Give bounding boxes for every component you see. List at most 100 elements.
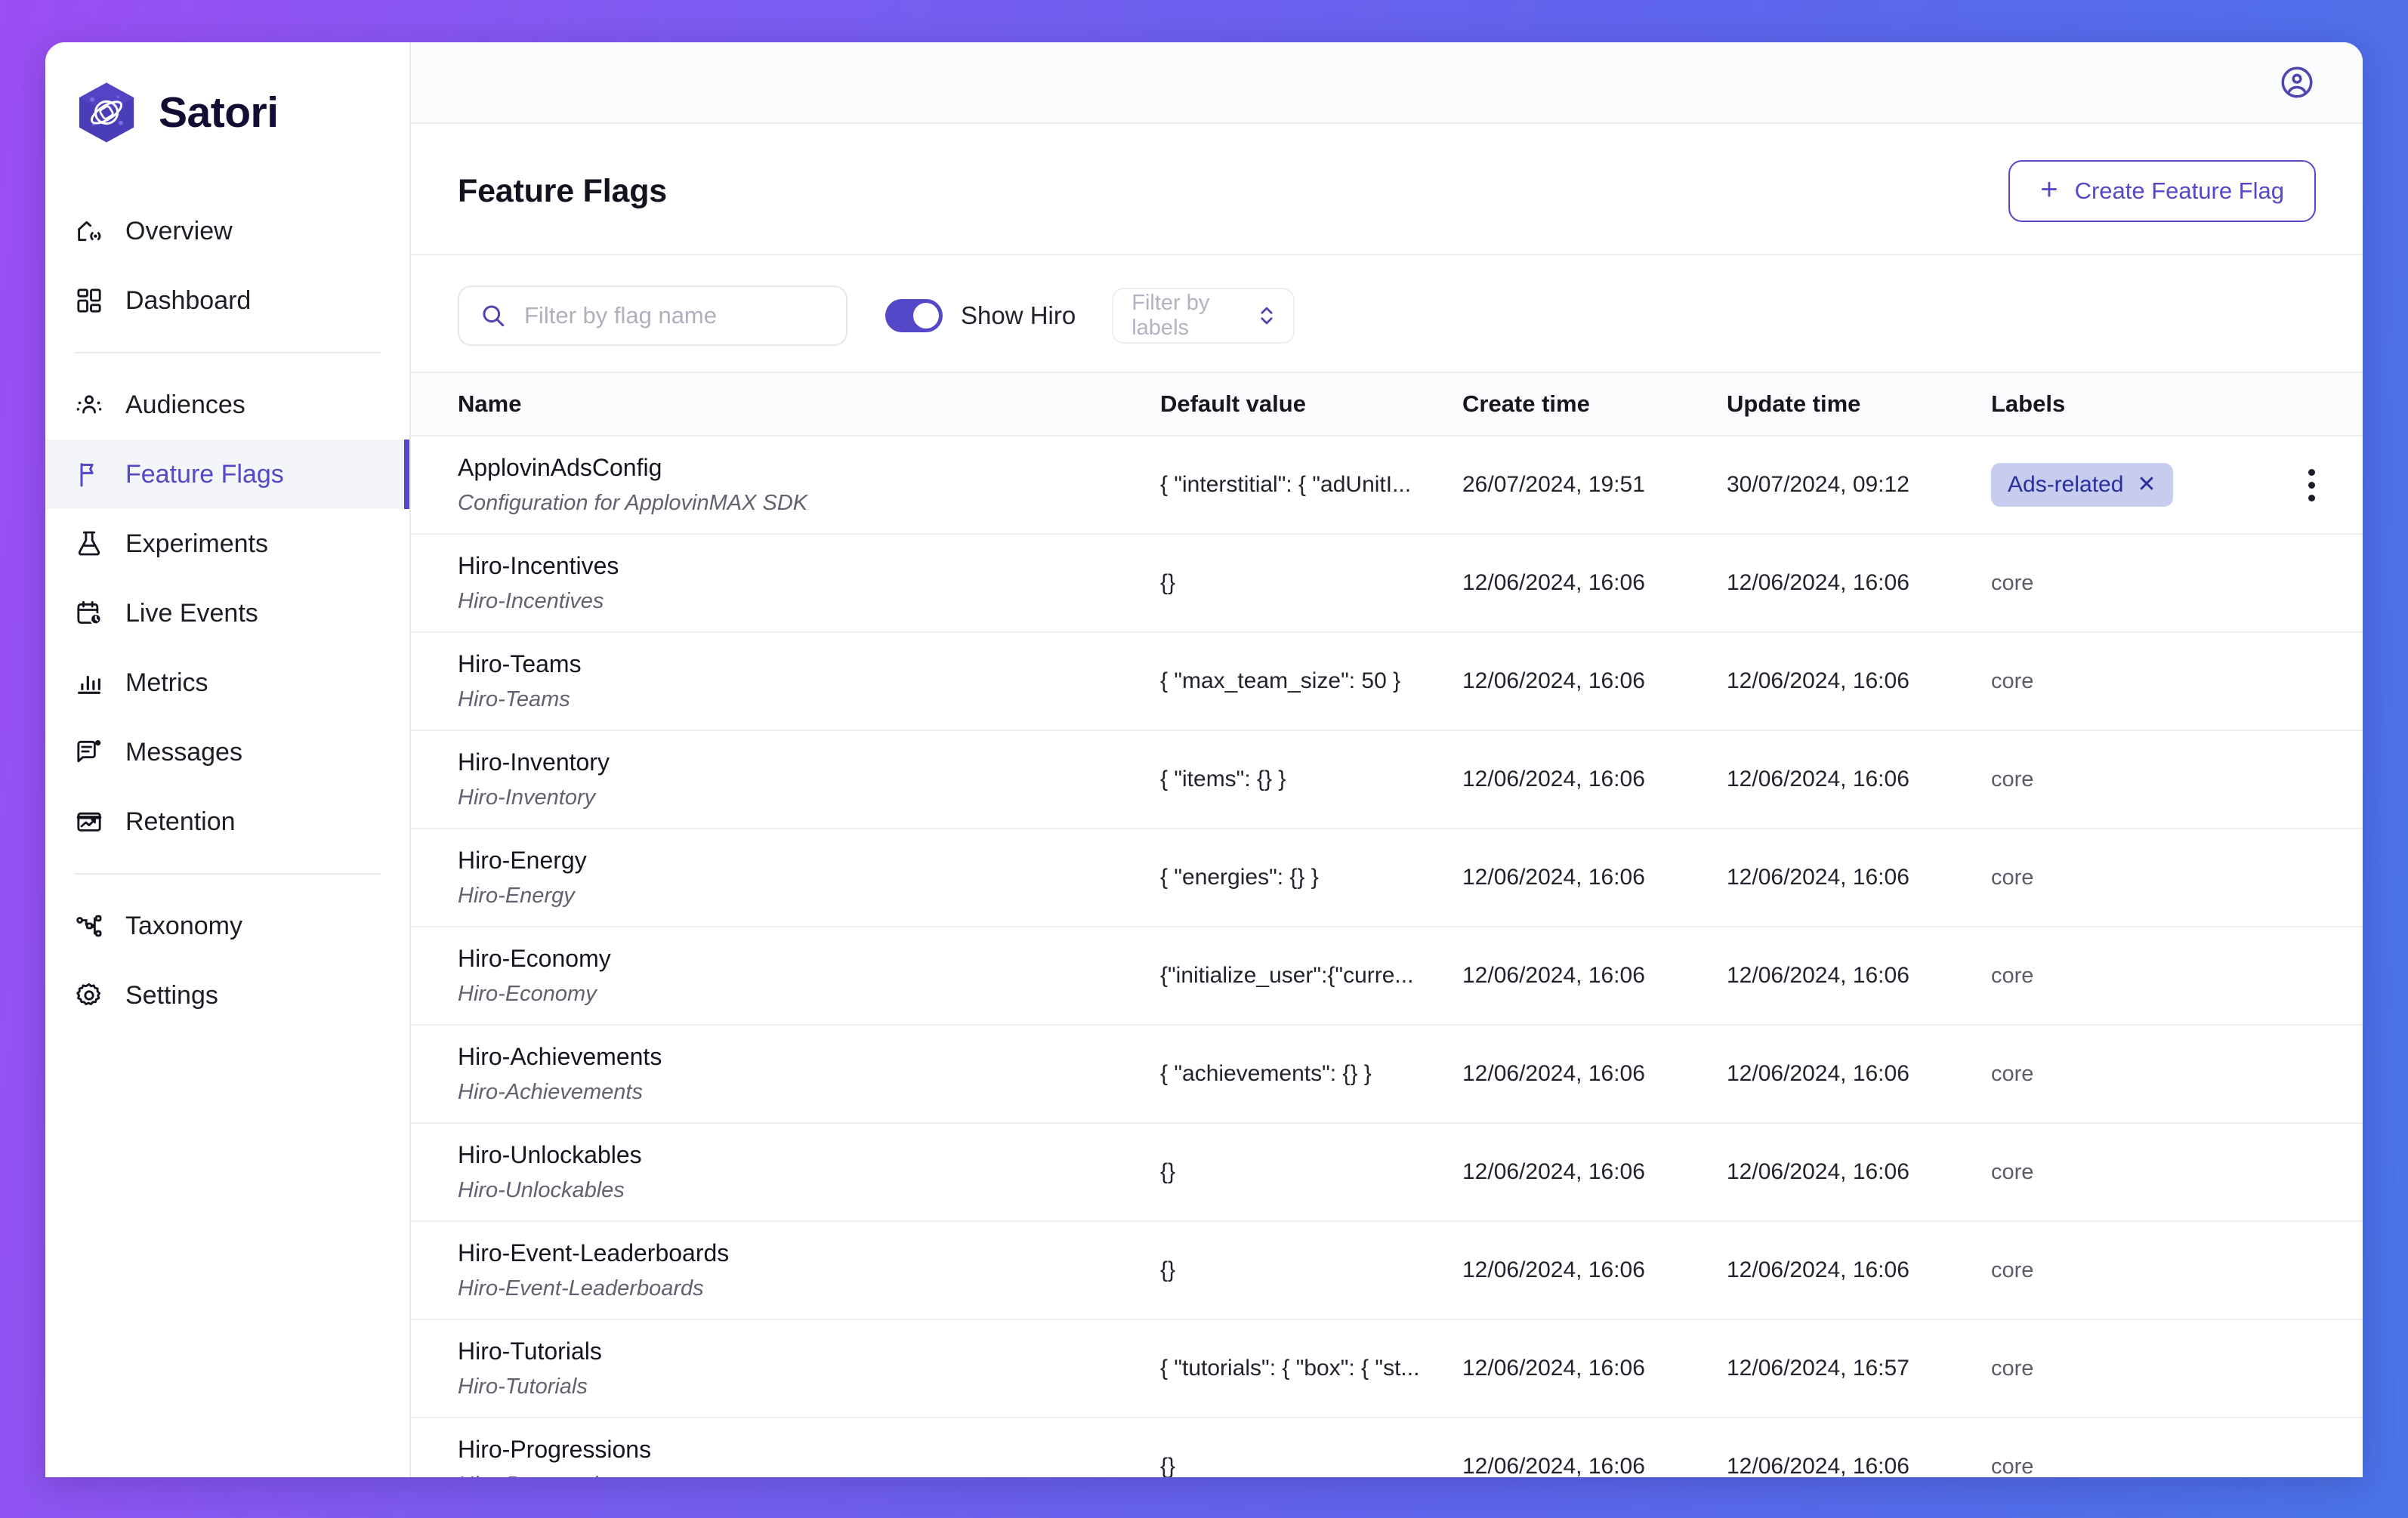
cell-update-time: 12/06/2024, 16:06 — [1727, 963, 1909, 988]
label-text: core — [1991, 865, 2034, 890]
cell-default-value: { "max_team_size": 50 } — [1160, 668, 1401, 693]
cell-create-time: 12/06/2024, 16:06 — [1462, 1159, 1645, 1184]
sidebar-item-label: Taxonomy — [125, 911, 242, 940]
home-signal-icon — [74, 216, 104, 246]
label-text: core — [1991, 668, 2034, 693]
sidebar-item-settings[interactable]: Settings — [45, 961, 409, 1030]
label-text: core — [1991, 1257, 2034, 1282]
cell-name: Hiro-Inventory Hiro-Inventory — [458, 747, 1160, 813]
column-header-create-time: Create time — [1462, 390, 1590, 417]
cell-update-time: 12/06/2024, 16:06 — [1727, 1159, 1909, 1184]
table-row[interactable]: Hiro-Incentives Hiro-Incentives {} 12/06/20… — [411, 535, 2363, 633]
table-body: ApplovinAdsConfig Configuration for Applo… — [411, 437, 2363, 1477]
cell-labels: core — [1991, 767, 2248, 792]
flag-name: Hiro-Achievements — [458, 1042, 662, 1070]
satori-hexagon-planet-logo-icon — [74, 80, 139, 145]
user-circle-icon[interactable] — [2278, 63, 2316, 101]
table-row[interactable]: Hiro-Economy Hiro-Economy {"initialize_use… — [411, 927, 2363, 1026]
bar-chart-icon — [74, 668, 104, 698]
label-text: core — [1991, 767, 2034, 791]
sidebar-nav: Overview Dashboard Audiences Feature Fla… — [45, 196, 409, 1030]
sidebar-item-retention[interactable]: Retention — [45, 787, 409, 856]
cell-create-time: 12/06/2024, 16:06 — [1462, 570, 1645, 595]
cell-labels: core — [1991, 1160, 2248, 1185]
table-row[interactable]: Hiro-Tutorials Hiro-Tutorials { "tutorials… — [411, 1320, 2363, 1418]
flag-name: Hiro-Event-Leaderboards — [458, 1239, 730, 1267]
cell-update-time: 12/06/2024, 16:57 — [1727, 1356, 1909, 1381]
search-box[interactable] — [458, 285, 847, 346]
table-row[interactable]: Hiro-ProgressionsHiro-Progressions{}12/0… — [411, 1418, 2363, 1477]
flag-name: Hiro-Economy — [458, 944, 611, 972]
sidebar-item-label: Retention — [125, 807, 236, 836]
table-row[interactable]: Hiro-Energy Hiro-Energy { "energies": {} }… — [411, 829, 2363, 927]
filter-by-labels-placeholder: Filter by labels — [1131, 291, 1210, 340]
cell-name: Hiro-Tutorials Hiro-Tutorials — [458, 1336, 1160, 1402]
sidebar-item-label: Feature Flags — [125, 459, 284, 489]
sidebar-item-label: Settings — [125, 980, 218, 1010]
cell-name: Hiro-Unlockables Hiro-Unlockables — [458, 1140, 1160, 1205]
search-icon — [479, 301, 508, 330]
label-badge[interactable]: Ads-related ✕ — [1991, 463, 2173, 507]
show-hiro-toggle-group: Show Hiro — [885, 299, 1076, 332]
label-text: core — [1991, 1159, 2034, 1184]
flag-description: Hiro-Inventory — [458, 785, 596, 810]
filter-by-labels-select[interactable]: Filter by labels — [1112, 288, 1295, 344]
label-text: core — [1991, 1061, 2034, 1086]
sidebar-item-live-events[interactable]: Live Events — [45, 579, 409, 648]
show-hiro-label: Show Hiro — [961, 301, 1076, 329]
sidebar-item-overview[interactable]: Overview — [45, 196, 409, 266]
remove-label-icon[interactable]: ✕ — [2137, 474, 2156, 496]
sidebar-item-label: Messages — [125, 737, 242, 767]
cell-actions — [2248, 468, 2316, 501]
table-row[interactable]: Hiro-Event-Leaderboards Hiro-Event-Leader… — [411, 1222, 2363, 1320]
calendar-clock-icon — [74, 598, 104, 628]
create-feature-flag-button[interactable]: + Create Feature Flag — [2008, 160, 2316, 222]
flask-icon — [74, 529, 104, 559]
flag-name: Hiro-Progressions — [458, 1435, 652, 1463]
table-row[interactable]: Hiro-Inventory Hiro-Inventory { "items": {… — [411, 731, 2363, 829]
label-badge-text: Ads-related — [2008, 472, 2124, 497]
cell-default-value: {"initialize_user":{"curre... — [1160, 963, 1414, 988]
show-hiro-toggle[interactable] — [885, 299, 943, 332]
sidebar-item-experiments[interactable]: Experiments — [45, 509, 409, 579]
grid-squares-icon — [74, 285, 104, 316]
flag-description: Hiro-Progressions — [458, 1471, 1160, 1477]
cell-labels: core — [1991, 1455, 2248, 1478]
row-menu-kebab-icon[interactable] — [2308, 468, 2316, 501]
sidebar-item-label: Overview — [125, 216, 233, 245]
table-row[interactable]: ApplovinAdsConfig Configuration for Applo… — [411, 437, 2363, 535]
sidebar-item-messages[interactable]: Messages — [45, 717, 409, 787]
sidebar-item-metrics[interactable]: Metrics — [45, 648, 409, 717]
cell-default-value: { "achievements": {} } — [1160, 1061, 1372, 1086]
table-row[interactable]: Hiro-Achievements Hiro-Achievements { "ach… — [411, 1026, 2363, 1124]
cell-default-value: {} — [1160, 1454, 1176, 1477]
cell-labels: core — [1991, 1062, 2248, 1087]
page-header: Feature Flags + Create Feature Flag — [411, 124, 2363, 254]
table-row[interactable]: Hiro-Unlockables Hiro-Unlockables {} 12/06/… — [411, 1124, 2363, 1222]
flag-icon — [74, 459, 104, 489]
sidebar-item-taxonomy[interactable]: Taxonomy — [45, 891, 409, 961]
sidebar-item-dashboard[interactable]: Dashboard — [45, 266, 409, 335]
feature-flags-table: Name Default value Create time Update ti… — [411, 372, 2363, 1477]
app-window: Satori Overview Dashboard Audiences Feat… — [45, 42, 2363, 1477]
flag-description: Hiro-Tutorials — [458, 1374, 588, 1399]
table-row[interactable]: Hiro-Teams Hiro-Teams { "max_team_size": 5… — [411, 633, 2363, 731]
flag-description: Hiro-Achievements — [458, 1079, 643, 1104]
sidebar-item-audiences[interactable]: Audiences — [45, 370, 409, 440]
cell-name: Hiro-Incentives Hiro-Incentives — [458, 551, 1160, 616]
cell-name: Hiro-Progressions Hiro-Progressions — [458, 1434, 1160, 1477]
cell-create-time: 12/06/2024, 16:06 — [1462, 1454, 1645, 1477]
flag-description: Configuration for ApplovinMAX SDK — [458, 490, 808, 515]
search-input[interactable] — [524, 302, 826, 329]
cell-default-value: { "tutorials": { "box": { "st... — [1160, 1356, 1420, 1381]
flag-name: ApplovinAdsConfig — [458, 453, 662, 481]
cell-create-time: 12/06/2024, 16:06 — [1462, 668, 1645, 693]
sidebar-item-label: Metrics — [125, 668, 208, 697]
label-text: core — [1991, 963, 2034, 988]
cell-labels: core — [1991, 865, 2248, 890]
cell-labels: core — [1991, 964, 2248, 989]
sidebar-item-feature-flags[interactable]: Feature Flags — [45, 440, 409, 509]
cell-update-time: 12/06/2024, 16:06 — [1727, 1257, 1909, 1282]
cell-create-time: 12/06/2024, 16:06 — [1462, 1257, 1645, 1282]
cell-default-value: { "energies": {} } — [1160, 865, 1319, 890]
